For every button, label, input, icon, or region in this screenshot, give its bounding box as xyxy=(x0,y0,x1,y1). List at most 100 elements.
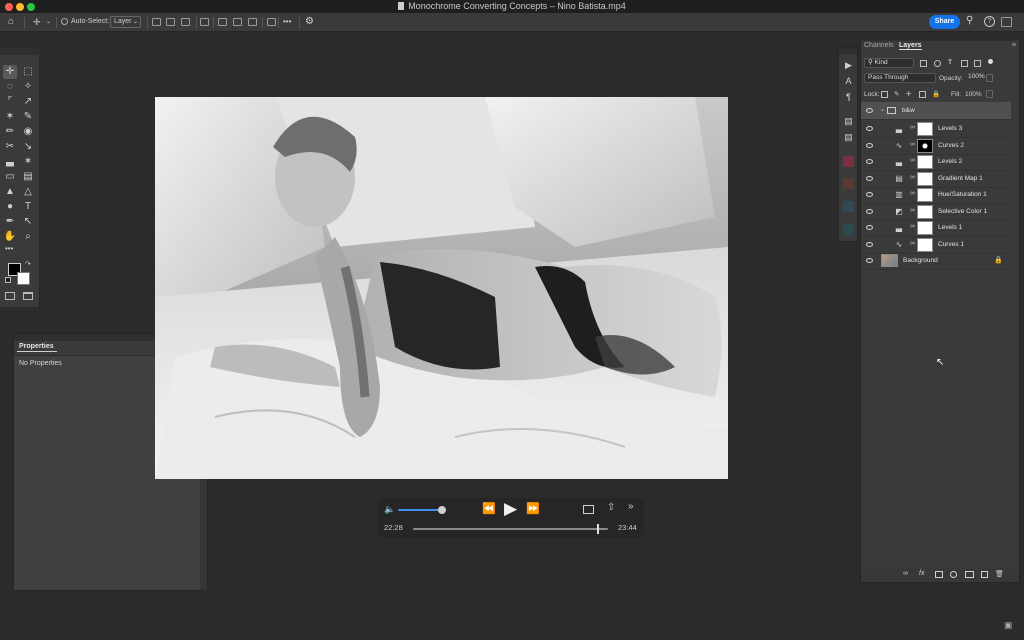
gear-icon[interactable]: ⚙ xyxy=(305,16,314,28)
layer-row[interactable]: ▃ ∞ Levels 2 xyxy=(861,153,1011,171)
layer-mask-thumbnail[interactable] xyxy=(917,155,933,169)
paragraph-icon[interactable]: ¶ xyxy=(843,92,854,103)
swatch-preset-2[interactable] xyxy=(843,178,854,189)
tab-layers[interactable]: Layers xyxy=(899,42,922,50)
layer-row[interactable]: ∿ ∞ Curves 1 xyxy=(861,236,1011,254)
align-bottom-icon[interactable] xyxy=(248,18,257,26)
layer-mask-thumbnail[interactable] xyxy=(917,188,933,202)
distribute-icon[interactable] xyxy=(200,18,209,26)
swatch-preset-3[interactable] xyxy=(843,201,854,212)
filter-smart-object-icon[interactable] xyxy=(974,60,981,67)
visibility-eye-icon[interactable] xyxy=(866,108,873,113)
scrubber-handle[interactable] xyxy=(597,524,600,534)
visibility-eye-icon[interactable] xyxy=(866,142,873,148)
character-icon[interactable]: A xyxy=(843,76,854,87)
layer-row[interactable]: ∿ ∞ Curves 2 xyxy=(861,137,1011,155)
visibility-eye-icon[interactable] xyxy=(866,225,873,230)
volume-knob[interactable] xyxy=(438,506,447,514)
fill-value[interactable]: 100% xyxy=(965,91,982,98)
layer-row[interactable]: ▃ ∞ Levels 1 xyxy=(861,219,1011,237)
volume-icon[interactable]: 🔈 xyxy=(384,504,395,515)
share-button[interactable]: Share xyxy=(929,15,960,29)
fill-dropdown[interactable] xyxy=(986,90,993,98)
quick-mask-icon[interactable] xyxy=(5,292,15,300)
layer-mask-thumbnail[interactable] xyxy=(917,204,933,219)
zoom-tool-icon[interactable]: ⌕ xyxy=(21,230,35,244)
swatch-preset-1[interactable] xyxy=(843,156,854,167)
lock-paint-icon[interactable]: ✎ xyxy=(894,90,899,98)
libraries-icon[interactable]: ▤ xyxy=(843,116,854,127)
brush-tool-icon[interactable]: ✎ xyxy=(21,110,35,124)
delete-layer-icon[interactable]: 🗑 xyxy=(995,570,1004,578)
visibility-eye-icon[interactable] xyxy=(866,258,873,263)
chevron-right-icon[interactable]: » xyxy=(628,501,634,512)
move-tool-icon[interactable]: ✛ xyxy=(3,65,17,79)
scrubber-track[interactable] xyxy=(413,528,608,530)
fast-forward-icon[interactable]: ⏩ xyxy=(526,502,540,515)
stamp-tool-icon[interactable]: ◉ xyxy=(21,125,35,139)
filter-toggle-icon[interactable] xyxy=(988,59,993,64)
visibility-eye-icon[interactable] xyxy=(866,126,873,131)
link-layers-icon[interactable]: ∞ xyxy=(903,570,908,577)
layer-mask-thumbnail[interactable] xyxy=(917,171,933,186)
canvas-image[interactable] xyxy=(155,97,728,479)
move-tool-icon[interactable]: ✛ xyxy=(33,16,41,28)
new-layer-icon[interactable] xyxy=(981,571,988,578)
add-mask-icon[interactable] xyxy=(935,571,943,578)
hand-tool-icon[interactable]: ✋ xyxy=(3,230,17,244)
adjustment-layer-icon[interactable] xyxy=(950,571,957,578)
screen-mode-icon[interactable] xyxy=(23,292,33,300)
lock-all-icon[interactable]: 🔒 xyxy=(932,90,940,98)
lasso-tool-icon[interactable]: ◌ xyxy=(3,80,17,94)
share-icon[interactable]: ⇧ xyxy=(607,502,615,513)
help-icon[interactable]: ? xyxy=(984,16,995,27)
tab-properties[interactable]: Properties xyxy=(17,343,57,352)
layer-row[interactable]: ◩ ∞ Selective Color 1 xyxy=(861,203,1011,221)
blur-tool-icon[interactable]: ▲ xyxy=(3,185,17,199)
layer-mask-thumbnail[interactable] xyxy=(917,138,933,153)
layer-row-background[interactable]: Background 🔒 xyxy=(861,252,1011,270)
filter-pixel-icon[interactable] xyxy=(920,60,927,67)
eraser-tool-icon[interactable]: ▭ xyxy=(3,170,17,184)
history-brush-icon[interactable]: ✂ xyxy=(3,140,17,154)
pencil-tool-icon[interactable]: ✏ xyxy=(3,125,17,139)
picture-in-picture-icon[interactable] xyxy=(583,505,594,514)
visibility-eye-icon[interactable] xyxy=(866,192,873,197)
layer-row[interactable]: ▤ ∞ Gradient Map 1 xyxy=(861,170,1011,188)
dodge-tool-icon[interactable]: ● xyxy=(3,200,17,214)
art-brush-icon[interactable]: ↘ xyxy=(21,140,35,154)
blend-mode-dropdown[interactable]: Pass Through xyxy=(864,73,936,83)
resize-corner-icon[interactable]: ▣ xyxy=(1004,620,1013,631)
lock-position-icon[interactable]: ✛ xyxy=(906,90,911,98)
align-top-icon[interactable] xyxy=(218,18,227,26)
align-middle-icon[interactable] xyxy=(233,18,242,26)
new-group-icon[interactable] xyxy=(965,571,974,578)
panel-menu-icon[interactable]: ≡ xyxy=(1012,42,1016,49)
align-center-icon[interactable] xyxy=(166,18,175,26)
type-tool-icon[interactable]: T xyxy=(21,200,35,214)
auto-select-dropdown[interactable]: Layer ⌄ xyxy=(110,16,141,28)
play-action-icon[interactable]: ▶ xyxy=(843,60,854,71)
pen-tool-icon[interactable]: ✒ xyxy=(3,215,17,229)
volume-slider[interactable] xyxy=(398,509,443,511)
layer-group-row[interactable]: ⌄ b&w xyxy=(861,102,1011,120)
visibility-eye-icon[interactable] xyxy=(866,159,873,164)
sharpen-tool-icon[interactable]: △ xyxy=(21,185,35,199)
lock-transparent-icon[interactable] xyxy=(881,91,888,98)
kind-filter-dropdown[interactable]: ⚲ Kind xyxy=(864,58,914,68)
filter-type-icon[interactable]: T xyxy=(948,59,952,66)
layer-mask-thumbnail[interactable] xyxy=(917,221,933,235)
swatch-preset-4[interactable] xyxy=(843,224,854,235)
default-colors-icon[interactable] xyxy=(5,277,11,283)
crop-tool-icon[interactable]: ⌜ xyxy=(3,95,17,109)
fx-icon[interactable]: fx xyxy=(919,570,924,577)
eyedropper-tool-icon[interactable]: ↗ xyxy=(21,95,35,109)
auto-select-checkbox[interactable] xyxy=(61,18,68,25)
smudge-tool-icon[interactable]: ✶ xyxy=(21,155,35,169)
opacity-dropdown[interactable] xyxy=(986,74,993,82)
visibility-eye-icon[interactable] xyxy=(866,241,873,247)
search-icon[interactable]: ⚲ xyxy=(966,15,973,27)
layer-mask-thumbnail[interactable] xyxy=(917,237,933,252)
home-icon[interactable]: ⌂ xyxy=(8,16,14,28)
magic-wand-tool-icon[interactable]: ✧ xyxy=(21,80,35,94)
